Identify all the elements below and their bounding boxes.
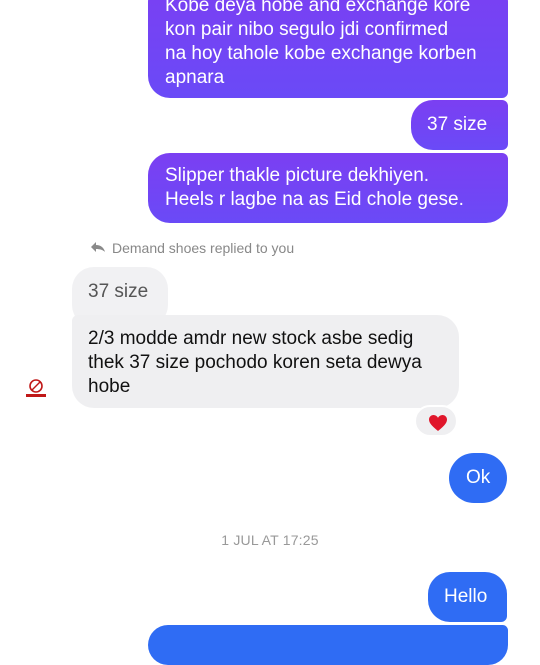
message-reaction[interactable] <box>414 405 458 437</box>
demand-shoes-logo <box>26 379 46 397</box>
reply-indicator-text: Demand shoes replied to you <box>112 240 295 256</box>
incoming-message-bubble[interactable]: 2/3 modde amdr new stock asbe sedig thek… <box>72 315 459 408</box>
reply-arrow-icon <box>90 240 106 256</box>
outgoing-message-bubble[interactable]: Slipper thakle picture dekhiyen. Heels r… <box>148 153 508 223</box>
outgoing-message-bubble[interactable]: Kobe deya hobe and exchange kore kon pai… <box>148 0 508 98</box>
timestamp: 1 JUL AT 17:25 <box>221 532 319 548</box>
heart-icon <box>429 415 447 431</box>
outgoing-message-bubble[interactable]: 37 size <box>411 100 508 150</box>
avatar[interactable] <box>22 376 50 404</box>
reply-indicator: Demand shoes replied to you <box>90 240 294 256</box>
outgoing-message-bubble[interactable]: Ok <box>449 453 507 503</box>
outgoing-message-bubble-partial[interactable] <box>148 625 508 665</box>
outgoing-message-bubble[interactable]: Hello <box>428 572 507 622</box>
